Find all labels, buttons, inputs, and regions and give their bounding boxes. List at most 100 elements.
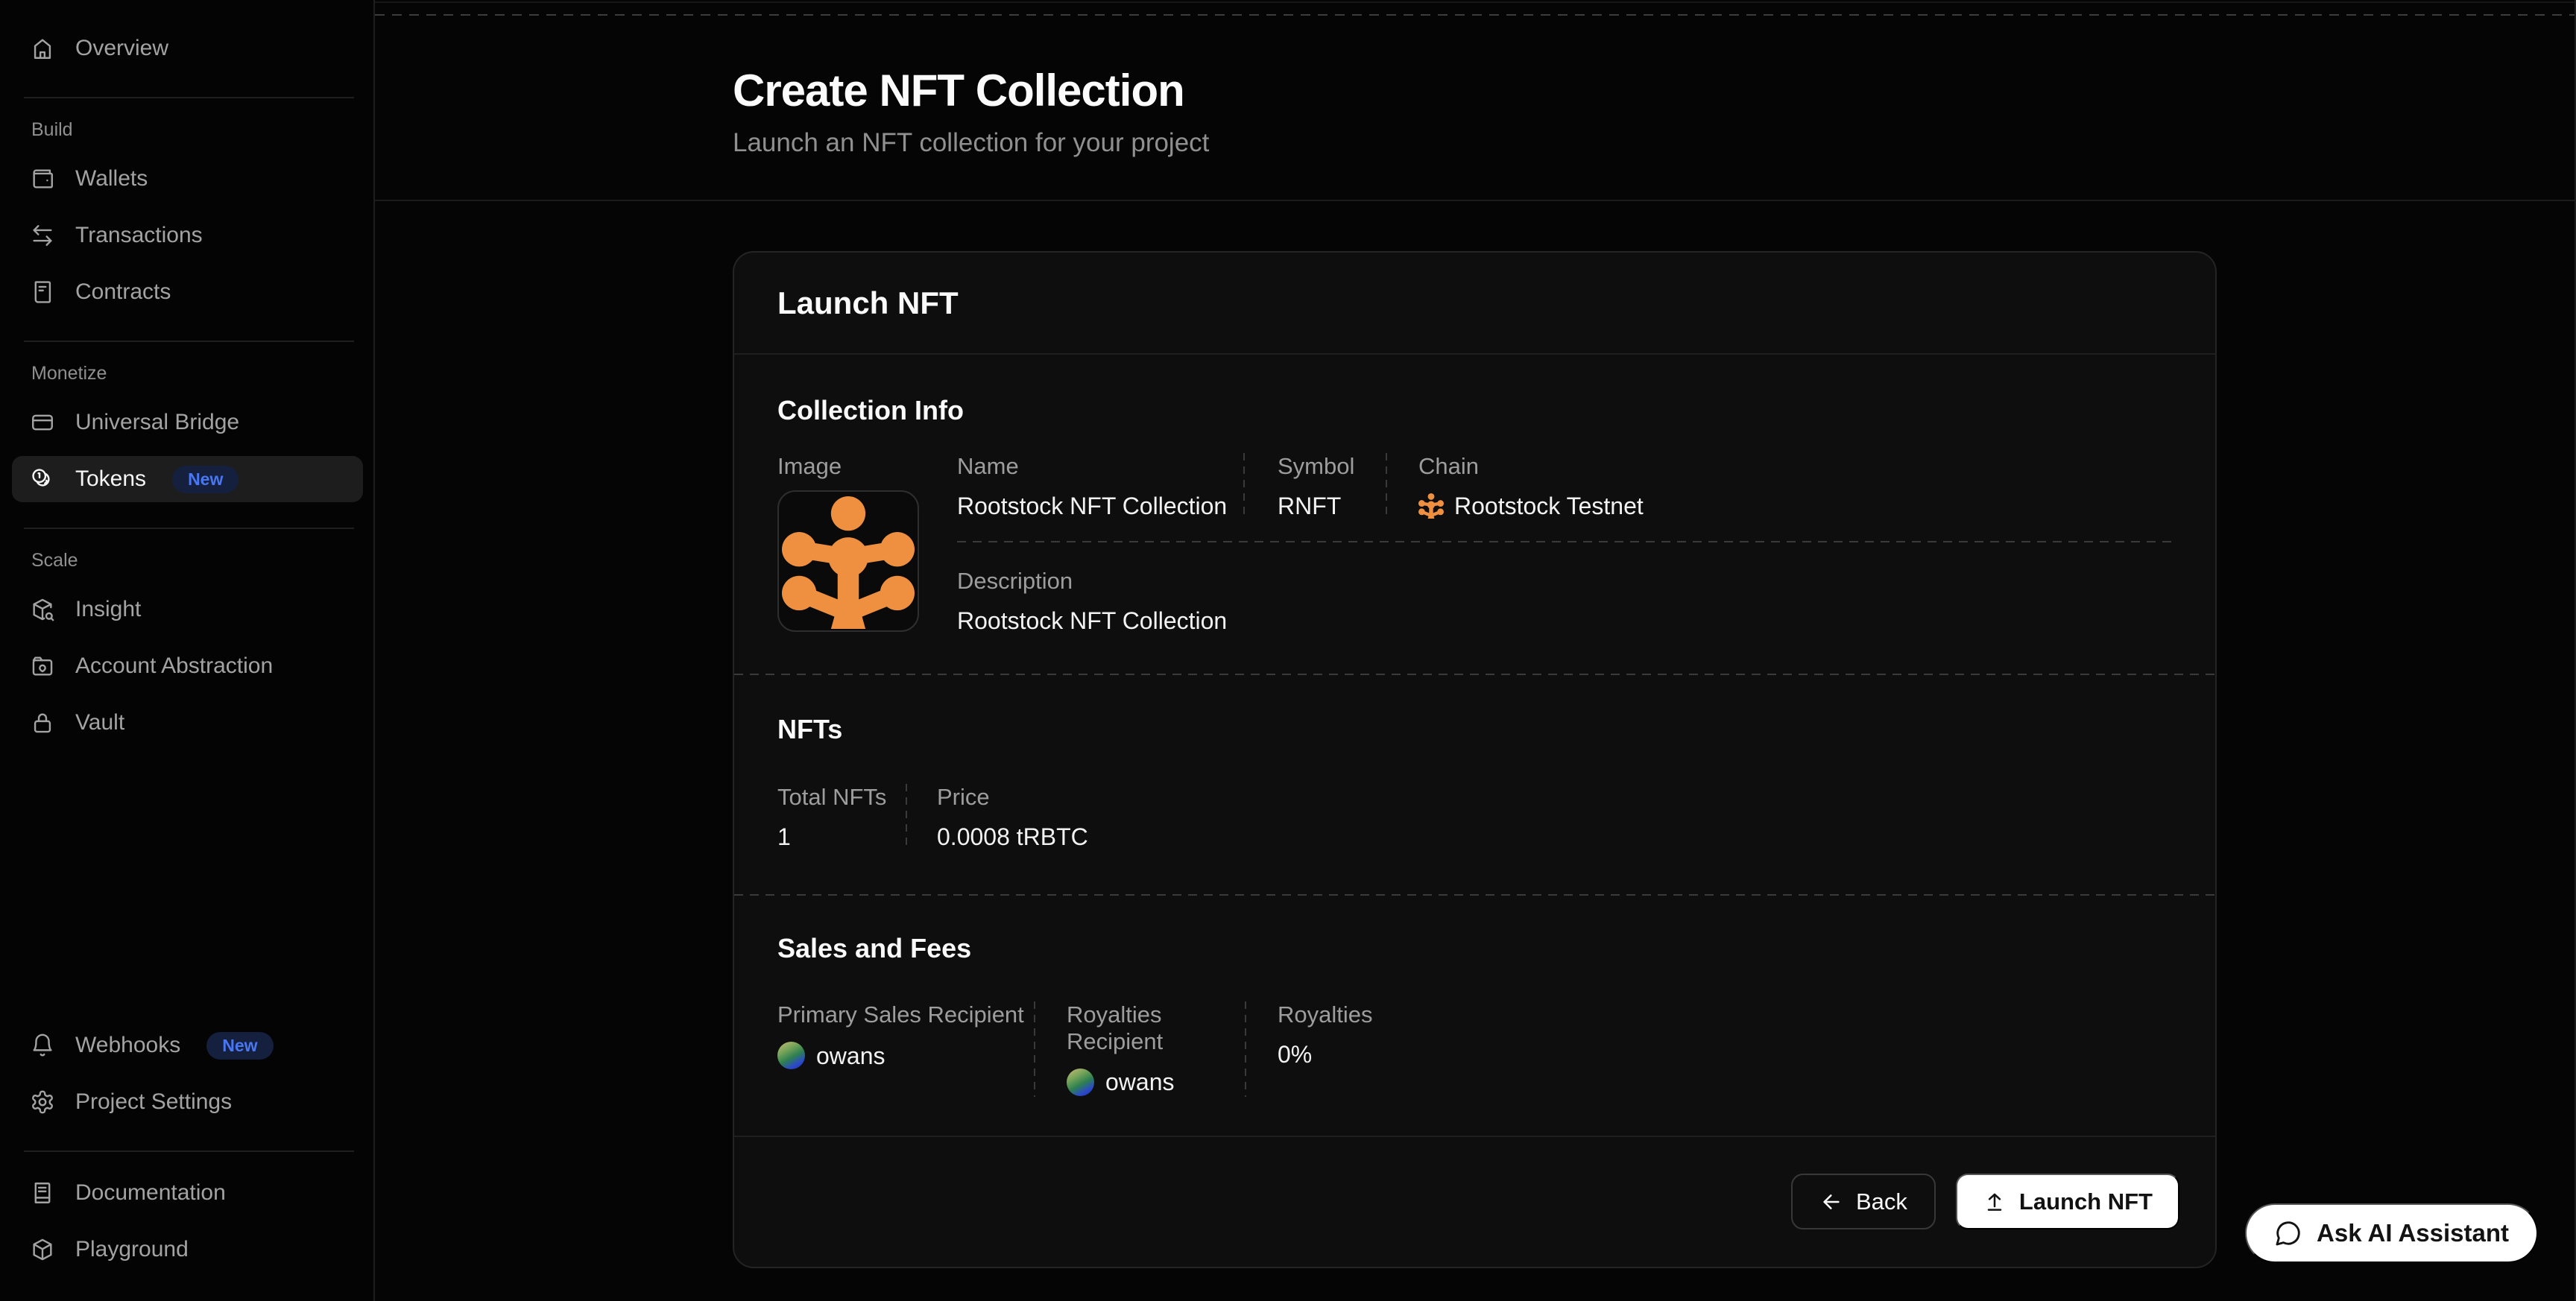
image-column: Image xyxy=(777,453,957,635)
royalties-field: Royalties 0% xyxy=(1246,1001,1373,1097)
collection-info-section: Collection Info Image xyxy=(734,355,2215,674)
wallet-icon xyxy=(30,166,55,191)
sidebar-item-label: Playground xyxy=(75,1237,189,1262)
page-header: Create NFT Collection Launch an NFT coll… xyxy=(375,0,2575,201)
primary-sales-recipient-field: Primary Sales Recipient owans xyxy=(777,1001,1034,1097)
launch-nft-button[interactable]: Launch NFT xyxy=(1956,1174,2179,1229)
arrows-left-right-icon xyxy=(30,223,55,248)
main-content: Create NFT Collection Launch an NFT coll… xyxy=(375,0,2576,1301)
chain-value: Rootstock Testnet xyxy=(1454,492,1644,520)
sidebar-item-label: Contracts xyxy=(75,279,171,305)
sidebar-item-label: Vault xyxy=(75,710,124,735)
top-hairline xyxy=(375,1,2575,3)
sidebar-item-label: Wallets xyxy=(75,166,148,191)
rootstock-artwork xyxy=(782,495,915,630)
symbol-label: Symbol xyxy=(1278,453,1386,480)
card-footer: Back Launch NFT xyxy=(734,1136,2215,1267)
sidebar-spacer xyxy=(0,756,373,1022)
sidebar-item-wallets[interactable]: Wallets xyxy=(12,156,363,202)
sales-fees-heading: Sales and Fees xyxy=(777,933,2172,964)
top-dashed-border xyxy=(375,14,2575,16)
sidebar-item-tokens[interactable]: Tokens New xyxy=(12,456,363,502)
recipient-avatar xyxy=(1067,1069,1094,1096)
sidebar-item-label: Overview xyxy=(75,36,168,61)
launch-nft-button-label: Launch NFT xyxy=(2019,1188,2153,1215)
ask-ai-assistant-button[interactable]: Ask AI Assistant xyxy=(2245,1203,2538,1263)
sidebar-item-label: Documentation xyxy=(75,1180,226,1206)
back-button-label: Back xyxy=(1856,1188,1907,1215)
app-window: Overview Build Wallets Transactions Cont… xyxy=(0,0,2576,1301)
sidebar-section-scale: Scale xyxy=(31,550,373,572)
collection-info-heading: Collection Info xyxy=(777,395,2172,426)
sidebar-item-vault[interactable]: Vault xyxy=(12,700,363,746)
sidebar-item-project-settings[interactable]: Project Settings xyxy=(12,1079,363,1125)
sidebar-divider xyxy=(24,97,354,98)
new-badge: New xyxy=(206,1032,273,1060)
credit-card-icon xyxy=(30,410,55,435)
total-nfts-field: Total NFTs 1 xyxy=(777,784,906,851)
description-field: Description Rootstock NFT Collection xyxy=(957,568,2172,635)
royalties-label: Royalties xyxy=(1278,1001,1373,1028)
lock-icon xyxy=(30,710,55,735)
nfts-heading: NFTs xyxy=(777,714,2172,745)
primary-sales-recipient-label: Primary Sales Recipient xyxy=(777,1001,1034,1028)
package-search-icon xyxy=(30,597,55,622)
sidebar-item-universal-bridge[interactable]: Universal Bridge xyxy=(12,399,363,446)
contract-file-icon xyxy=(30,279,55,305)
arrow-left-icon xyxy=(1819,1190,1843,1214)
description-value: Rootstock NFT Collection xyxy=(957,607,2172,635)
name-field: Name Rootstock NFT Collection xyxy=(957,453,1243,520)
back-button[interactable]: Back xyxy=(1791,1174,1936,1229)
sidebar-item-contracts[interactable]: Contracts xyxy=(12,269,363,315)
total-nfts-value: 1 xyxy=(777,823,906,851)
total-nfts-label: Total NFTs xyxy=(777,784,906,811)
sidebar-item-label: Insight xyxy=(75,597,141,622)
card-header: Launch NFT xyxy=(734,253,2215,355)
cube-icon xyxy=(30,1237,55,1262)
royalties-value: 0% xyxy=(1278,1040,1373,1069)
sidebar: Overview Build Wallets Transactions Cont… xyxy=(0,0,375,1301)
nft-collection-image xyxy=(777,490,919,632)
folder-dot-icon xyxy=(30,653,55,679)
sidebar-divider xyxy=(24,528,354,529)
chat-bubble-icon xyxy=(2274,1219,2302,1247)
primary-sales-recipient-value[interactable]: owans xyxy=(816,1042,886,1070)
sidebar-item-documentation[interactable]: Documentation xyxy=(12,1170,363,1216)
price-label: Price xyxy=(937,784,1088,811)
sidebar-item-label: Webhooks xyxy=(75,1033,180,1058)
sidebar-item-account-abstraction[interactable]: Account Abstraction xyxy=(12,643,363,689)
upload-icon xyxy=(1983,1190,2007,1214)
collection-fields: Name Rootstock NFT Collection Symbol RNF… xyxy=(957,453,2172,635)
coins-icon xyxy=(30,466,55,492)
sidebar-item-label: Project Settings xyxy=(75,1089,232,1115)
sidebar-divider xyxy=(24,1150,354,1152)
royalties-recipient-field: Royalties Recipient owans xyxy=(1035,1001,1245,1097)
home-icon xyxy=(30,36,55,61)
new-badge: New xyxy=(172,466,239,493)
royalties-recipient-value[interactable]: owans xyxy=(1105,1068,1175,1096)
name-label: Name xyxy=(957,453,1243,480)
sidebar-item-webhooks[interactable]: Webhooks New xyxy=(12,1022,363,1069)
chain-label: Chain xyxy=(1418,453,2172,480)
sidebar-section-build: Build xyxy=(31,119,373,141)
sidebar-item-overview[interactable]: Overview xyxy=(12,25,363,72)
recipient-avatar xyxy=(777,1042,805,1069)
symbol-field: Symbol RNFT xyxy=(1245,453,1386,520)
rootstock-chain-icon xyxy=(1418,493,1444,519)
gear-icon xyxy=(30,1089,55,1115)
page-title: Create NFT Collection xyxy=(733,65,2217,116)
book-icon xyxy=(30,1180,55,1206)
name-value: Rootstock NFT Collection xyxy=(957,492,1243,520)
sidebar-item-playground[interactable]: Playground xyxy=(12,1226,363,1273)
horizontal-divider xyxy=(957,541,2172,542)
launch-nft-card: Launch NFT Collection Info Image xyxy=(733,251,2217,1268)
sidebar-item-label: Tokens xyxy=(75,466,146,492)
symbol-value: RNFT xyxy=(1278,492,1386,520)
sidebar-item-transactions[interactable]: Transactions xyxy=(12,212,363,259)
sidebar-divider xyxy=(24,341,354,342)
bell-icon xyxy=(30,1033,55,1058)
royalties-recipient-label: Royalties Recipient xyxy=(1067,1001,1245,1054)
sales-fees-section: Sales and Fees Primary Sales Recipient o… xyxy=(734,896,2215,1136)
price-value: 0.0008 tRBTC xyxy=(937,823,1088,851)
sidebar-item-insight[interactable]: Insight xyxy=(12,586,363,633)
